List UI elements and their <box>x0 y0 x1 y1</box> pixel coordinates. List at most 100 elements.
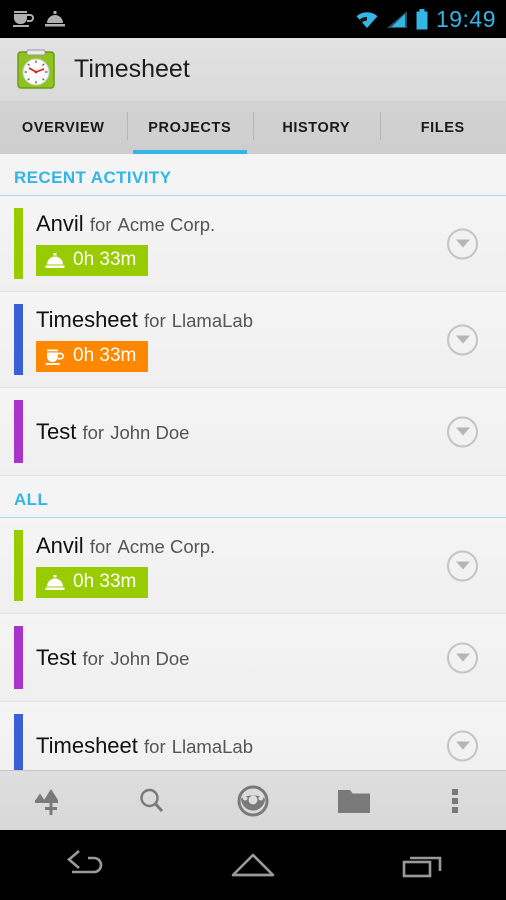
tab-overview[interactable]: OVERVIEW <box>0 102 127 154</box>
list-item-title: Timesheet for LlamaLab <box>36 733 506 758</box>
tab-overview-label: OVERVIEW <box>21 120 105 136</box>
list-item-title: Anvil for Acme Corp. <box>36 211 506 236</box>
chevron-down-icon[interactable] <box>447 730 478 761</box>
list-item[interactable]: Test for John Doe <box>0 614 506 702</box>
list-item-body: Timesheet for LlamaLab 0h 33m <box>36 295 506 384</box>
for-label: for <box>82 421 105 443</box>
service-bell-icon <box>44 9 66 29</box>
tab-history[interactable]: HISTORY <box>253 102 380 154</box>
home-icon <box>225 849 281 881</box>
add-project-button[interactable] <box>0 771 101 830</box>
project-list[interactable]: RECENT ACTIVITY Anvil for Acme Corp. 0h … <box>0 154 506 770</box>
project-name: Test <box>36 418 77 444</box>
project-name: Anvil <box>36 532 84 558</box>
client-name: LlamaLab <box>171 735 253 757</box>
duration-text: 0h 33m <box>73 249 137 271</box>
add-project-icon <box>30 784 72 818</box>
duration-text: 0h 33m <box>73 571 137 593</box>
list-item[interactable]: Test for John Doe <box>0 388 506 476</box>
project-color-bar <box>14 304 23 375</box>
project-name: Anvil <box>36 210 84 236</box>
chevron-down-icon[interactable] <box>447 642 478 673</box>
section-header-recent-activity: RECENT ACTIVITY <box>0 154 506 195</box>
tab-files[interactable]: FILES <box>379 102 506 154</box>
steering-wheel-icon <box>236 784 270 818</box>
client-name: Acme Corp. <box>117 213 216 235</box>
list-item-body: Timesheet for LlamaLab <box>36 721 506 770</box>
status-notification-icons <box>12 9 66 29</box>
files-button[interactable] <box>304 771 405 830</box>
bottom-action-bar <box>0 770 506 830</box>
driving-mode-button[interactable] <box>202 771 303 830</box>
chevron-down-icon[interactable] <box>447 416 478 447</box>
project-color-bar <box>14 208 23 279</box>
list-item-title: Anvil for Acme Corp. <box>36 533 506 558</box>
list-item-body: Anvil for Acme Corp. 0h 33m <box>36 521 506 610</box>
chevron-down-icon[interactable] <box>447 324 478 355</box>
client-name: John Doe <box>110 647 190 669</box>
service-bell-icon <box>45 252 65 270</box>
list-item[interactable]: Anvil for Acme Corp. 0h 33m <box>0 518 506 614</box>
list-item-title: Test for John Doe <box>36 645 506 670</box>
list-item-title: Test for John Doe <box>36 419 506 444</box>
search-icon <box>136 785 168 817</box>
project-color-bar <box>14 530 23 601</box>
service-bell-icon <box>45 574 65 592</box>
overflow-menu-icon <box>450 786 460 816</box>
duration-chip[interactable]: 0h 33m <box>36 567 149 599</box>
client-name: John Doe <box>110 421 190 443</box>
system-navigation-bar <box>0 830 506 900</box>
duration-text: 0h 33m <box>73 345 137 367</box>
duration-chip[interactable]: 0h 33m <box>36 245 149 277</box>
project-name: Test <box>36 644 77 670</box>
back-icon <box>58 848 110 882</box>
for-label: for <box>144 309 166 331</box>
tab-projects[interactable]: PROJECTS <box>126 102 254 154</box>
section-header-all: ALL <box>0 476 506 517</box>
status-system-icons: 19:49 <box>355 5 496 32</box>
wifi-icon <box>355 10 379 29</box>
list-item[interactable]: Anvil for Acme Corp. 0h 33m <box>0 196 506 292</box>
recents-button[interactable] <box>337 849 506 881</box>
page-title: Timesheet <box>74 55 190 83</box>
for-label: for <box>89 213 112 235</box>
battery-icon <box>415 8 429 30</box>
coffee-cup-icon <box>12 9 34 29</box>
client-name: Acme Corp. <box>117 535 216 557</box>
project-color-bar <box>14 400 23 463</box>
coffee-cup-icon <box>45 348 65 366</box>
list-item-title: Timesheet for LlamaLab <box>36 307 506 332</box>
for-label: for <box>144 735 166 757</box>
action-bar: Timesheet <box>0 38 506 102</box>
folder-icon <box>336 786 372 816</box>
status-bar: 19:49 <box>0 0 506 38</box>
overflow-menu-button[interactable] <box>405 771 506 830</box>
tab-bar: OVERVIEW PROJECTS HISTORY FILES <box>0 102 506 154</box>
app-screen: 19:49 Timesheet OVERVIEW PROJECTS HISTOR… <box>0 0 506 900</box>
home-button[interactable] <box>169 849 338 881</box>
chevron-down-icon[interactable] <box>447 550 478 581</box>
status-clock: 19:49 <box>435 5 496 32</box>
project-name: Timesheet <box>36 732 138 758</box>
recents-icon <box>396 849 448 881</box>
list-item-body: Anvil for Acme Corp. 0h 33m <box>36 199 506 288</box>
signal-icon <box>386 10 408 29</box>
duration-chip[interactable]: 0h 33m <box>36 341 149 373</box>
tab-history-label: HISTORY <box>282 120 351 136</box>
back-button[interactable] <box>0 848 169 882</box>
project-name: Timesheet <box>36 306 138 332</box>
search-button[interactable] <box>101 771 202 830</box>
for-label: for <box>82 647 105 669</box>
list-item[interactable]: Timesheet for LlamaLab 0h 33m <box>0 292 506 388</box>
timesheet-clipboard-clock-icon[interactable] <box>14 48 58 92</box>
client-name: LlamaLab <box>171 309 253 331</box>
list-item[interactable]: Timesheet for LlamaLab <box>0 702 506 770</box>
tab-projects-label: PROJECTS <box>148 120 232 136</box>
list-item-body: Test for John Doe <box>36 407 506 456</box>
for-label: for <box>89 535 112 557</box>
list-item-body: Test for John Doe <box>36 633 506 682</box>
chevron-down-icon[interactable] <box>447 228 478 259</box>
project-color-bar <box>14 626 23 689</box>
project-color-bar <box>14 714 23 770</box>
tab-files-label: FILES <box>420 120 465 136</box>
